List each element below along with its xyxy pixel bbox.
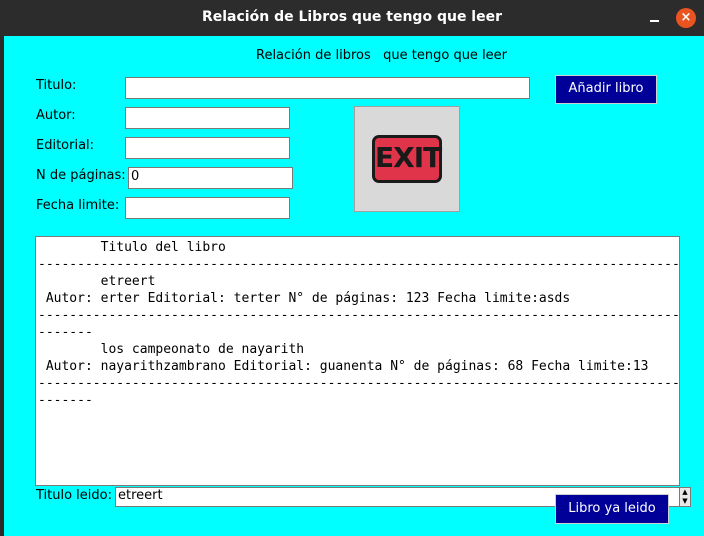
exit-button[interactable]: EXIT [354,106,460,212]
spinner-arrows-icon[interactable]: ▲ ▼ [679,487,691,507]
minimize-icon[interactable] [644,10,664,26]
book-read-button[interactable]: Libro ya leido [555,494,669,524]
autor-input[interactable] [125,107,290,129]
fecha-input[interactable] [125,197,290,219]
book-list-textbox[interactable]: Titulo del libro -----------------------… [35,236,680,486]
titulo-label: Titulo: [36,78,77,93]
add-book-button[interactable]: Añadir libro [555,75,657,104]
editorial-label: Editorial: [36,138,95,153]
main-window: Relación de libros que tengo que leer Ti… [4,36,704,536]
book-list-text: Titulo del libro -----------------------… [38,240,680,408]
window-title: Relación de Libros que tengo que leer [201,9,502,25]
exit-sign-icon: EXIT [372,135,442,183]
close-icon[interactable]: × [676,8,696,28]
titulo-input[interactable] [125,77,530,99]
paginas-label: N de páginas: [36,168,126,183]
autor-label: Autor: [36,108,76,123]
title-bar: Relación de Libros que tengo que leer × [0,0,704,36]
fecha-label: Fecha limite: [36,198,120,213]
editorial-input[interactable] [125,137,290,159]
header-label: Relación de libros que tengo que leer [256,48,508,63]
titulo-leido-label: Titulo leido: [36,488,112,503]
paginas-input[interactable]: 0 [128,167,293,189]
